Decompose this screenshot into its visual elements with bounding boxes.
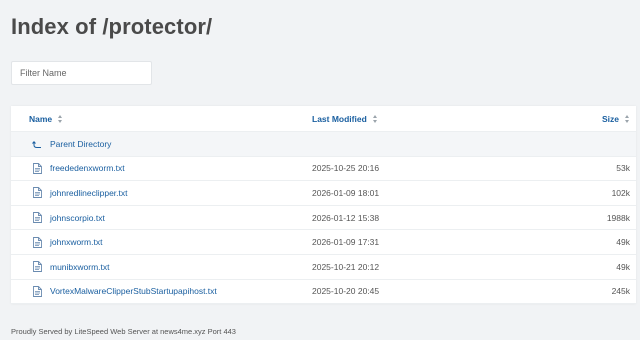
sort-icon (58, 114, 63, 123)
filter-name-input[interactable] (11, 61, 152, 85)
name-header-label: Name (29, 113, 53, 124)
table-row: johnredlineclipper.txt 2026-01-09 18:01 10… (11, 181, 636, 206)
file-size: 49k (616, 237, 630, 248)
file-size: 49k (616, 261, 630, 272)
table-row: johnscorpio.txt 2026-01-12 15:38 1988k (11, 206, 636, 231)
text-file-icon (29, 212, 45, 224)
file-link[interactable]: freededenxworm.txt (50, 163, 125, 173)
sort-icon (625, 114, 630, 123)
page-title: Index of /protector/ (11, 14, 213, 39)
file-link[interactable]: johnredlineclipper.txt (50, 188, 128, 198)
parent-directory-row[interactable]: Parent Directory (11, 132, 636, 157)
text-file-icon (29, 236, 45, 248)
table-row: johnxworm.txt 2026-01-09 17:31 49k (11, 230, 636, 255)
parent-directory-link[interactable]: Parent Directory (50, 139, 111, 149)
last-modified-header-label: Last Modified (312, 113, 367, 124)
file-size: 1988k (606, 212, 630, 223)
file-modified: 2025-10-20 20:45 (312, 286, 380, 297)
file-size: 53k (616, 163, 630, 174)
file-link[interactable]: johnscorpio.txt (50, 213, 105, 223)
table-row: munibxworm.txt 2025-10-21 20:12 49k (11, 255, 636, 280)
file-modified: 2026-01-09 17:31 (312, 237, 380, 248)
text-file-icon (29, 285, 45, 297)
file-modified: 2026-01-12 15:38 (312, 212, 380, 223)
file-modified: 2026-01-09 18:01 (312, 187, 380, 198)
file-modified: 2025-10-21 20:12 (312, 261, 380, 272)
file-modified: 2025-10-25 20:16 (312, 163, 380, 174)
directory-table: Name Last Modified Size Parent Directory… (11, 106, 636, 305)
text-file-icon (29, 261, 45, 273)
file-size: 245k (611, 286, 630, 297)
file-link[interactable]: johnxworm.txt (50, 237, 102, 247)
text-file-icon (29, 162, 45, 174)
table-row: VortexMalwareClipperStubStartupapihost.t… (11, 280, 636, 305)
table-header-row: Name Last Modified Size (11, 106, 636, 132)
table-row: freededenxworm.txt 2025-10-25 20:16 53k (11, 157, 636, 182)
parent-directory-arrow-icon (29, 139, 45, 149)
file-link[interactable]: munibxworm.txt (50, 262, 110, 272)
size-column-header[interactable]: Size (602, 106, 630, 131)
text-file-icon (29, 187, 45, 199)
size-header-label: Size (601, 113, 619, 124)
file-size: 102k (611, 187, 630, 198)
file-link[interactable]: VortexMalwareClipperStubStartupapihost.t… (50, 286, 217, 296)
server-footer: Proudly Served by LiteSpeed Web Server a… (11, 327, 236, 336)
sort-icon (372, 114, 378, 123)
last-modified-column-header[interactable]: Last Modified (312, 106, 378, 131)
name-column-header[interactable]: Name (29, 106, 63, 131)
